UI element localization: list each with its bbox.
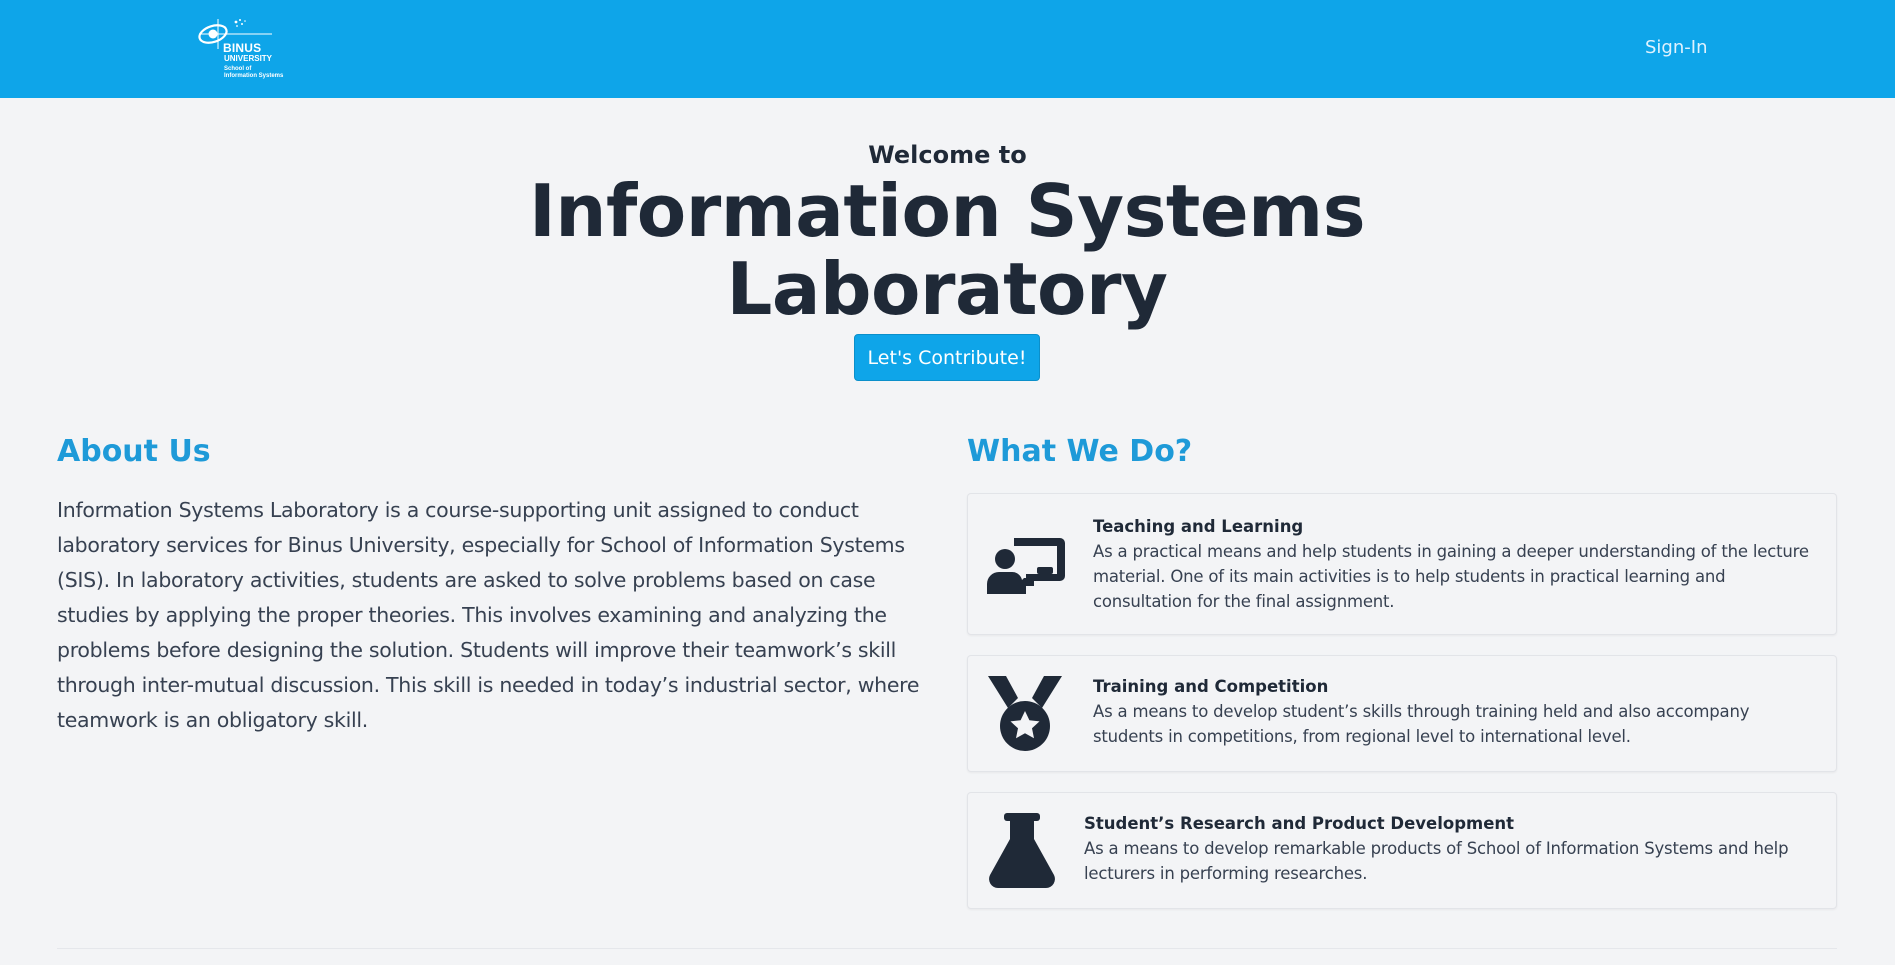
card-title: Training and Competition — [1093, 677, 1329, 696]
card-research: Student’s Research and Product Developme… — [967, 792, 1837, 909]
footer-divider — [57, 948, 1837, 949]
about-text: Information Systems Laboratory is a cour… — [57, 498, 920, 732]
card-desc: As a means to develop student’s skills t… — [1093, 702, 1750, 746]
card-desc: As a practical means and help students i… — [1093, 542, 1809, 611]
logo-sub-line1: School of — [224, 66, 252, 72]
logo-brand: BINUS — [223, 41, 262, 55]
card-title: Teaching and Learning — [1093, 517, 1304, 536]
card-title: Student’s Research and Product Developme… — [1084, 814, 1515, 833]
logo-sub-line2: Information Systems — [224, 73, 284, 79]
about-title: About Us — [57, 434, 211, 469]
navbar: BINUS UNIVERSITY School of Information S… — [0, 0, 1895, 98]
chalkboard-teacher-icon — [987, 538, 1065, 594]
logo-brand-line2: UNIVERSITY — [224, 54, 273, 63]
card-teaching: Teaching and Learning As a practical mea… — [967, 493, 1837, 635]
medal-icon — [988, 676, 1062, 751]
flask-icon — [989, 813, 1055, 888]
what-we-do-title: What We Do? — [967, 434, 1193, 469]
signin-link[interactable]: Sign-In — [1645, 37, 1707, 58]
hero-title: Information Systems Laboratory — [528, 169, 1366, 331]
card-training: Training and Competition As a means to d… — [967, 655, 1837, 772]
card-desc: As a means to develop remarkable product… — [1084, 839, 1789, 883]
contribute-button[interactable]: Let's Contribute! — [854, 334, 1040, 381]
binus-logo[interactable]: BINUS UNIVERSITY School of Information S… — [196, 16, 300, 84]
hero-pre-title: Welcome to — [868, 141, 1027, 169]
